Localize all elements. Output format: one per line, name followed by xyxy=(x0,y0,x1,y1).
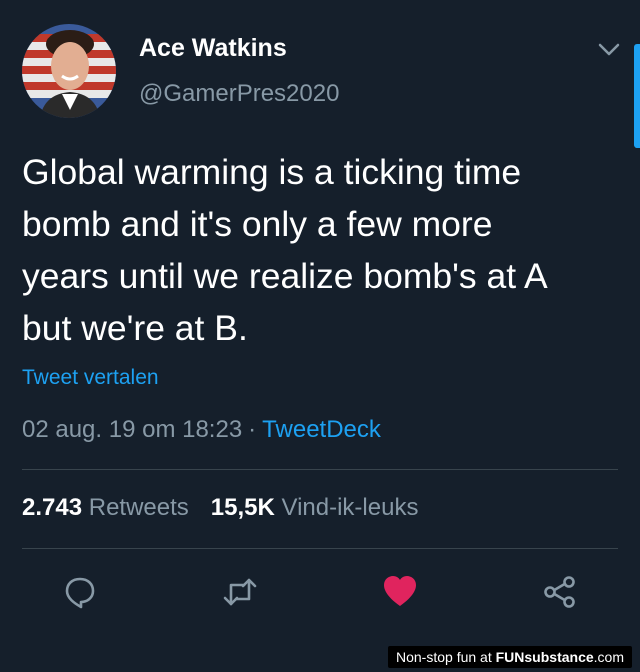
divider xyxy=(22,469,618,470)
retweets-count: 2.743 xyxy=(22,494,83,521)
display-name[interactable]: Ace Watkins xyxy=(139,34,287,63)
watermark-suffix: .com xyxy=(593,649,624,665)
source-link[interactable]: TweetDeck xyxy=(262,416,381,443)
user-handle[interactable]: @GamerPres2020 xyxy=(139,80,339,108)
translate-tweet-link[interactable]: Tweet vertalen xyxy=(22,366,159,390)
chevron-down-icon[interactable] xyxy=(596,36,622,62)
tweet-text: Global warming is a ticking time bomb an… xyxy=(22,152,548,348)
watermark-prefix: Non-stop fun at xyxy=(396,649,492,665)
reply-icon[interactable] xyxy=(62,574,98,610)
retweets-stat[interactable]: 2.743 Retweets xyxy=(22,494,189,521)
heart-icon[interactable] xyxy=(382,574,418,610)
likes-label: Vind-ik-leuks xyxy=(281,494,419,521)
tweet-stats: 2.743 Retweets 15,5K Vind-ik-leuks xyxy=(22,494,418,522)
separator: · xyxy=(248,416,257,443)
likes-stat[interactable]: 15,5K Vind-ik-leuks xyxy=(211,494,419,521)
avatar[interactable] xyxy=(22,24,116,118)
share-icon[interactable] xyxy=(541,574,577,610)
divider xyxy=(22,548,618,549)
timestamp: 02 aug. 19 om 18:23 xyxy=(22,416,243,443)
watermark-brand: FUNsubstance xyxy=(495,649,594,665)
tweet-meta: 02 aug. 19 om 18:23 · TweetDeck xyxy=(22,416,381,444)
retweet-icon[interactable] xyxy=(222,574,258,610)
likes-count: 15,5K xyxy=(210,494,275,521)
watermark: Non-stop fun at FUNsubstance.com xyxy=(388,646,632,668)
retweets-label: Retweets xyxy=(88,494,189,521)
scroll-indicator[interactable] xyxy=(634,44,640,148)
